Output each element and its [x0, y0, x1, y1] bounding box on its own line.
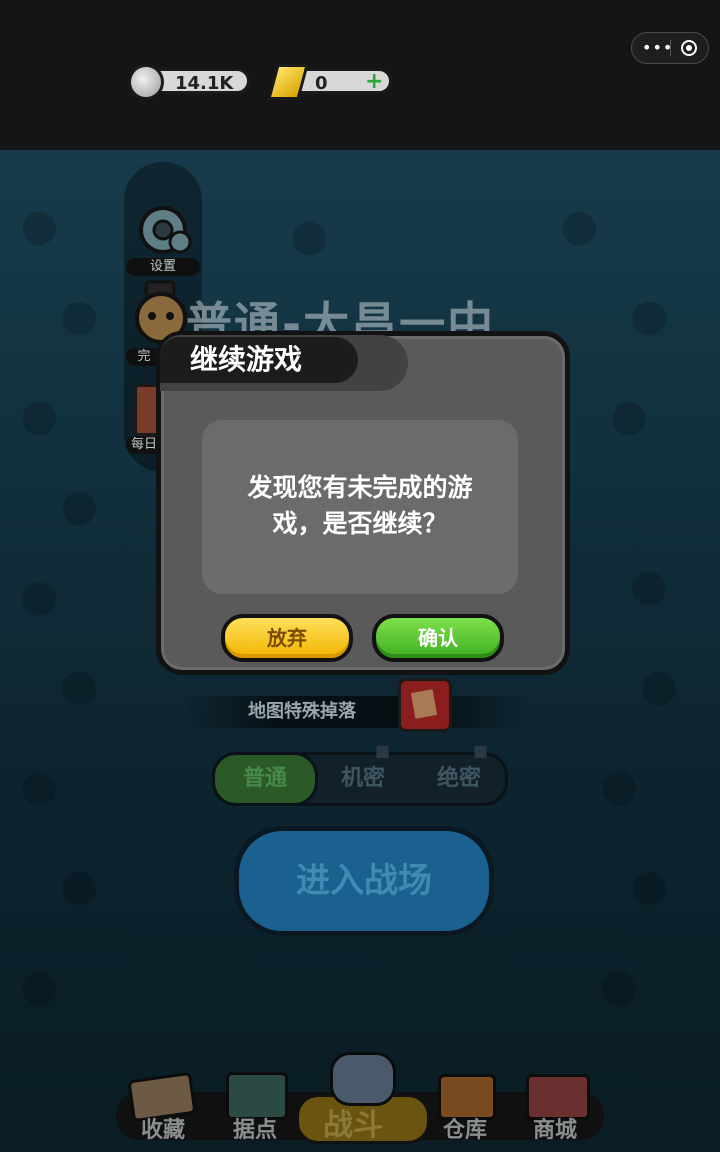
capsule-divider — [670, 40, 671, 56]
dialog-message-line1: 发现您有未完成的游 — [247, 473, 473, 502]
paw-icon: ● — [20, 960, 59, 1011]
confirm-button[interactable]: 确认 — [372, 614, 504, 662]
paw-icon: ● — [610, 390, 649, 441]
silver-coin-icon — [128, 64, 164, 100]
gear-icon[interactable] — [132, 202, 194, 258]
nav-item-base[interactable]: 据点 — [220, 1112, 290, 1144]
paw-icon: ● — [600, 760, 639, 811]
nav-item-warehouse[interactable]: 仓库 — [430, 1112, 500, 1144]
paw-icon: ● — [290, 210, 329, 261]
paw-icon: ● — [60, 290, 99, 341]
glove-icon[interactable] — [330, 1052, 396, 1106]
paw-icon: ● — [600, 960, 639, 1011]
close-target-icon[interactable] — [681, 40, 697, 56]
paw-icon: ● — [560, 200, 599, 251]
map-drop-label: 地图特殊掉落 — [248, 701, 356, 722]
paw-icon: ● — [630, 860, 669, 911]
paw-icon: ● — [630, 560, 669, 611]
paw-icon: ● — [20, 760, 59, 811]
difficulty-selector: 普通 机密 绝密 ■ ■ — [212, 741, 508, 806]
paw-icon: ● — [630, 290, 669, 341]
paw-icon: ● — [20, 200, 59, 251]
dialog-message: 发现您有未完成的游 戏，是否继续？ — [224, 470, 496, 542]
paw-icon: ● — [60, 860, 99, 911]
coin-amount: 14.1K — [175, 73, 234, 94]
nav-item-battle[interactable]: 战斗 — [318, 1100, 388, 1144]
dialog-message-line2: 戏，是否继续？ — [272, 509, 448, 538]
lock-icon: ■ — [473, 741, 489, 760]
map-drop-item-icon[interactable] — [398, 678, 452, 732]
mini-program-capsule[interactable]: ••• — [631, 32, 709, 64]
gold-amount: 0 — [315, 73, 328, 94]
paw-icon: ● — [20, 570, 59, 621]
paw-icon: ● — [640, 660, 679, 711]
paw-icon: ● — [20, 390, 59, 441]
tab-normal[interactable]: 普通 — [212, 752, 318, 806]
nav-item-shop[interactable]: 商城 — [520, 1112, 590, 1144]
map-drop-bar: 地图特殊掉落 — [180, 696, 530, 728]
lock-icon: ■ — [375, 741, 391, 760]
tab-top-secret[interactable]: 绝密 — [411, 755, 507, 803]
paw-icon: ● — [60, 480, 99, 531]
enter-battle-button[interactable]: 进入战场 — [234, 826, 494, 936]
settings-label[interactable]: 设置 — [126, 258, 200, 276]
add-gold-icon[interactable]: + — [365, 69, 383, 95]
dialog-title: 继续游戏 — [160, 337, 358, 383]
more-icon[interactable]: ••• — [642, 38, 673, 57]
abandon-button[interactable]: 放弃 — [221, 614, 353, 662]
nav-item-collection[interactable]: 收藏 — [128, 1112, 198, 1144]
paw-icon: ● — [60, 660, 99, 711]
tab-secret[interactable]: 机密 — [315, 755, 411, 803]
